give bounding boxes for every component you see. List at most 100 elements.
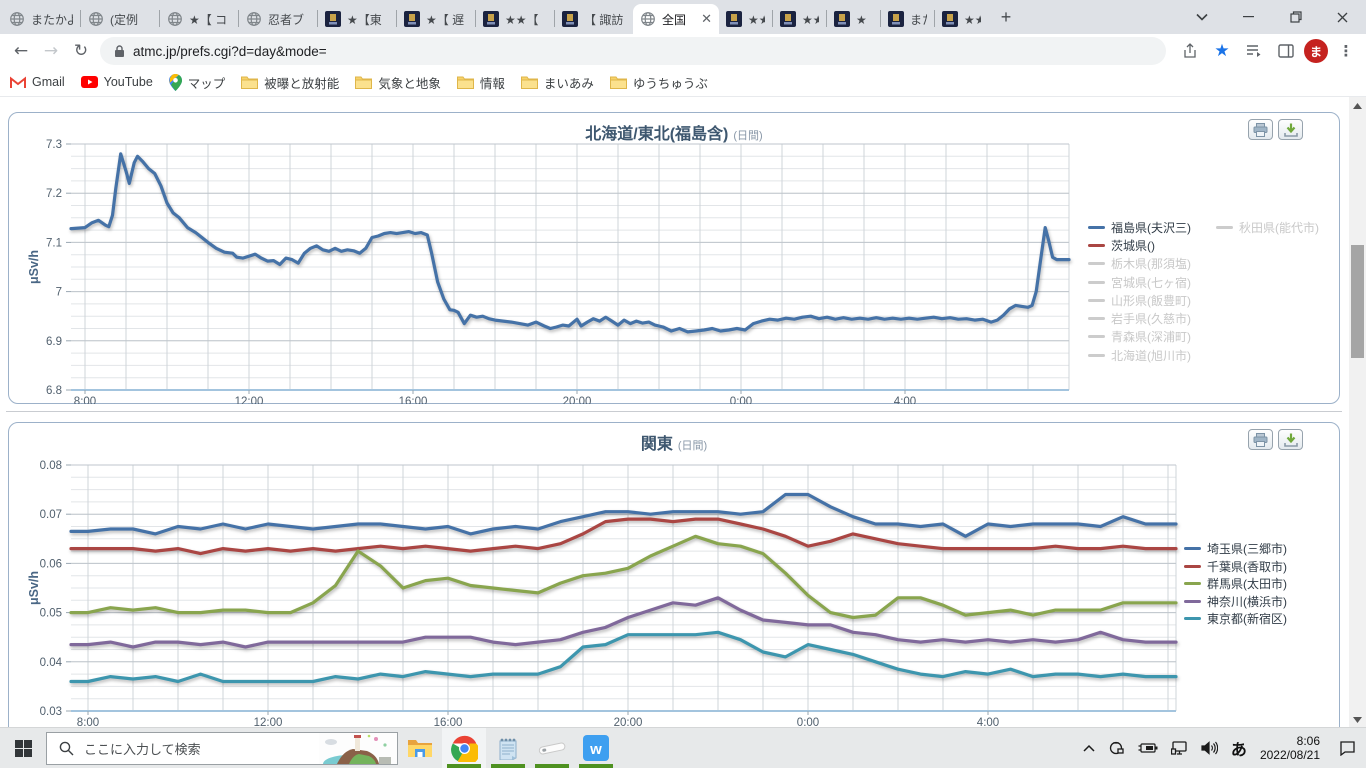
taskbar-search-box[interactable]: ここに入力して検索 — [46, 731, 398, 765]
start-button[interactable] — [0, 728, 46, 768]
x-axis-tick-label: 20:00 — [563, 396, 592, 404]
y-axis-tick-label: 6.9 — [46, 336, 62, 348]
bookmark-item[interactable]: マップ — [168, 73, 225, 92]
browser-tab[interactable]: ★【東 — [318, 4, 396, 34]
browser-tab[interactable]: ★★【 — [773, 4, 826, 34]
chart-subtitle-text: (日間) — [733, 130, 763, 142]
ime-indicator[interactable]: あ — [1231, 736, 1247, 760]
tray-expand-chevron-icon[interactable] — [1083, 744, 1095, 752]
clock-time: 8:06 — [1296, 734, 1320, 748]
volume-icon[interactable] — [1201, 741, 1218, 755]
legend-item[interactable]: 東京都(新宿区) — [1184, 610, 1287, 628]
browser-tab-strip: またかよ (定例 ★【 コ 忍者ブ ★【東 ★【 遅 ★★【 【 諏訪 全国 ✕ ★★【 ★★【 ★【 ま… — [0, 0, 1366, 34]
tab-search-chevron-icon[interactable] — [1178, 0, 1225, 34]
scroll-down-arrow[interactable] — [1349, 711, 1366, 728]
x-axis-tick-label: 4:00 — [894, 396, 916, 404]
bookmark-item[interactable]: 情報 — [456, 73, 505, 92]
browser-tab[interactable]: ★★【 — [935, 4, 988, 34]
legend-label: 福島県(夫沢三) — [1111, 220, 1191, 235]
youtube-icon — [80, 76, 98, 88]
side-panel-icon[interactable] — [1272, 37, 1300, 65]
browser-tab[interactable]: またかよ — [2, 4, 80, 34]
tab-title: ★★【 — [964, 12, 981, 27]
profile-avatar[interactable]: ま — [1304, 39, 1328, 63]
bookmark-item[interactable]: YouTube — [80, 75, 153, 89]
file-explorer-icon[interactable] — [398, 728, 442, 768]
board-favicon-icon — [942, 11, 958, 27]
browser-tab[interactable]: また — [881, 4, 934, 34]
reading-list-icon[interactable] — [1240, 37, 1268, 65]
meet-now-icon[interactable] — [1108, 741, 1125, 755]
legend-dash-icon — [1184, 547, 1201, 551]
scroll-up-arrow[interactable] — [1349, 97, 1366, 114]
legend-item[interactable]: 群馬県(太田市) — [1184, 575, 1287, 593]
legend-item[interactable]: 秋田県(能代市) — [1216, 218, 1319, 236]
clock-date: 2022/08/21 — [1259, 748, 1320, 762]
legend-item[interactable]: 栃木県(那須塩) — [1088, 255, 1191, 273]
bookmarks-bar: Gmail YouTube マップ 被曝と放射能 気象と地象 情報 まいあみ ゆうちゅうぶ — [0, 68, 1366, 97]
browser-tab[interactable]: ★【 コ — [160, 4, 238, 34]
series-line — [69, 596, 1178, 649]
bookmark-star-icon[interactable]: ★ — [1208, 37, 1236, 65]
y-axis-tick-label: 7.1 — [46, 237, 62, 249]
bookmark-item[interactable]: ゆうちゅうぶ — [609, 73, 708, 92]
stylus-device-icon[interactable] — [530, 728, 574, 768]
close-window-button[interactable] — [1319, 0, 1366, 34]
browser-tab[interactable]: (定例 — [81, 4, 159, 34]
tab-title: 忍者ブ — [268, 12, 305, 27]
bookmark-item[interactable]: 被曝と放射能 — [241, 73, 339, 92]
folder-icon — [241, 75, 259, 89]
download-chart-button[interactable] — [1278, 119, 1303, 140]
legend-item[interactable]: 福島県(夫沢三) — [1088, 218, 1191, 236]
notepad-icon[interactable] — [486, 728, 530, 768]
menu-kebab-icon[interactable]: ⋮ — [1332, 37, 1360, 65]
page-scrollbar[interactable] — [1349, 97, 1366, 728]
share-icon[interactable] — [1176, 37, 1204, 65]
legend-item[interactable]: 北海道(旭川市) — [1088, 346, 1191, 364]
y-axis-title: μSv/h — [27, 571, 41, 605]
browser-tab[interactable]: ★★【 — [719, 4, 772, 34]
chrome-taskbar-icon[interactable] — [442, 728, 486, 768]
legend-item[interactable]: 茨城県() — [1088, 236, 1191, 254]
legend-item[interactable]: 岩手県(久慈市) — [1088, 309, 1191, 327]
download-chart-button[interactable] — [1278, 429, 1303, 450]
lock-icon[interactable] — [114, 44, 125, 58]
new-tab-button[interactable]: + — [992, 3, 1020, 31]
legend-item[interactable]: 宮城県(七ヶ宿) — [1088, 273, 1191, 291]
bookmark-item[interactable]: 気象と地象 — [355, 73, 441, 92]
chart-legend: 福島県(夫沢三) 茨城県() 栃木県(那須塩) 宮城県(七ヶ宿) 山形県(飯豊町) 岩手県… — [1088, 218, 1191, 364]
folder-icon — [520, 75, 538, 89]
address-bar[interactable]: atmc.jp/prefs.cgi?d=day&mode= — [100, 37, 1166, 65]
legend-item[interactable]: 青森県(深浦町) — [1088, 328, 1191, 346]
globe-favicon-icon — [640, 11, 656, 27]
taskbar-clock[interactable]: 8:06 2022/08/21 — [1260, 734, 1320, 762]
action-center-icon[interactable] — [1339, 740, 1356, 756]
browser-tab[interactable]: ★【 遅 — [397, 4, 475, 34]
browser-tab[interactable]: 【 諏訪 — [555, 4, 633, 34]
back-button[interactable]: ← — [6, 36, 36, 66]
bookmark-label: まいあみ — [543, 76, 594, 91]
print-chart-button[interactable] — [1248, 429, 1273, 450]
chart-panel-kanto: 関東 (日間) 0.08 0.07 0.06 0.05 0.04 0.03 8:00 12:00 1… — [8, 422, 1340, 728]
network-icon[interactable] — [1170, 741, 1188, 755]
tab-title: またかよ — [31, 12, 73, 27]
scrollbar-thumb[interactable] — [1351, 245, 1364, 358]
battery-icon[interactable] — [1138, 742, 1158, 754]
tab-close-icon[interactable]: ✕ — [701, 11, 712, 27]
legend-item[interactable]: 山形県(飯豊町) — [1088, 291, 1191, 309]
reload-button[interactable]: ↻ — [66, 36, 96, 66]
legend-item[interactable]: 埼玉県(三郷市) — [1184, 540, 1287, 558]
browser-tab[interactable]: 忍者ブ — [239, 4, 317, 34]
browser-tab[interactable]: ★【 — [827, 4, 880, 34]
w-app-icon[interactable]: w — [574, 728, 618, 768]
restore-button[interactable] — [1272, 0, 1319, 34]
browser-tab[interactable]: ★★【 — [476, 4, 554, 34]
bookmark-item[interactable]: まいあみ — [520, 73, 594, 92]
legend-item[interactable]: 神奈川(横浜市) — [1184, 593, 1287, 611]
browser-tab-active[interactable]: 全国 ✕ — [633, 4, 719, 34]
forward-button[interactable]: → — [36, 36, 66, 66]
legend-item[interactable]: 千葉県(香取市) — [1184, 558, 1287, 576]
bookmark-item[interactable]: Gmail — [10, 75, 65, 89]
minimize-button[interactable] — [1225, 0, 1272, 34]
print-chart-button[interactable] — [1248, 119, 1273, 140]
